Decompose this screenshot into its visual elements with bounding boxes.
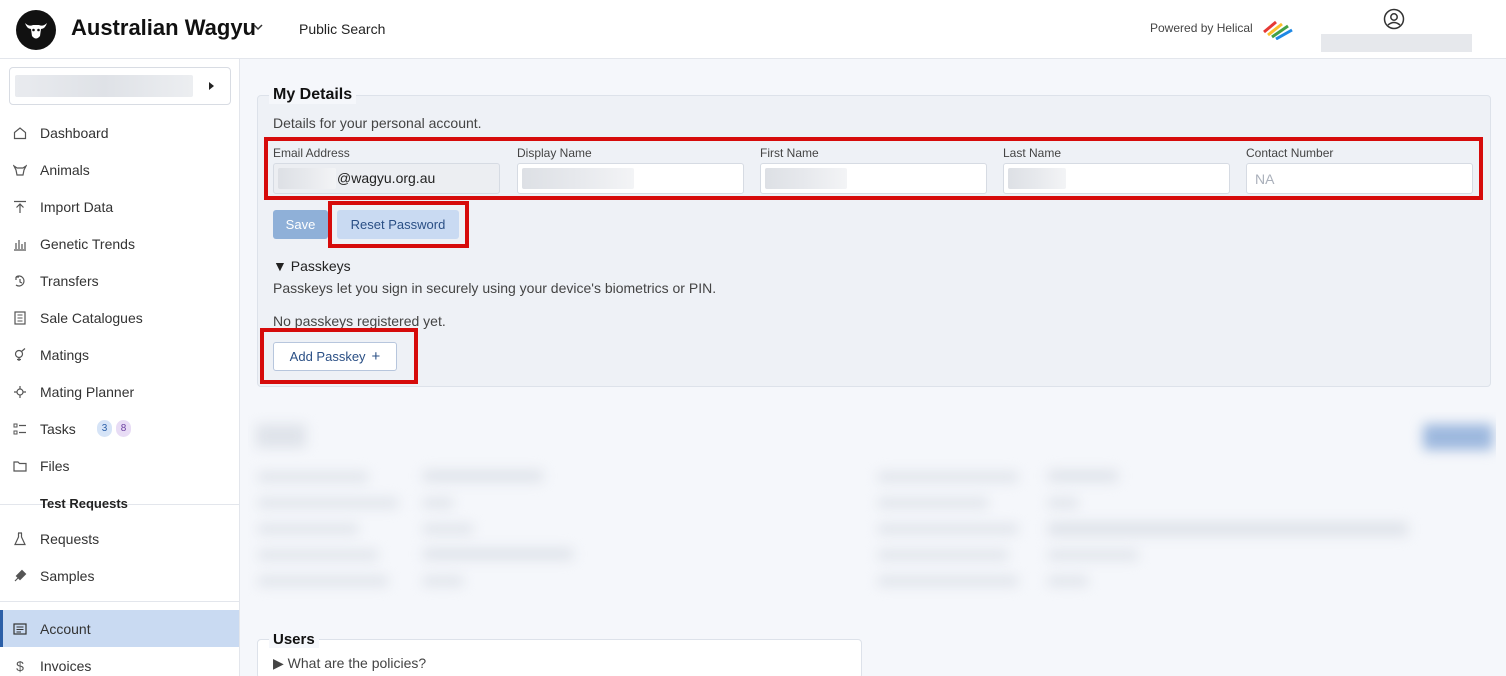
sidebar-item-matings[interactable]: Matings xyxy=(0,336,239,373)
public-search-link[interactable]: Public Search xyxy=(299,21,385,37)
highlight-add-passkey xyxy=(260,328,418,384)
sidebar-item-import-data[interactable]: Import Data xyxy=(0,188,239,225)
redacted-block xyxy=(258,576,388,586)
test-requests-heading: Test Requests xyxy=(40,496,128,511)
redacted-block xyxy=(1048,498,1078,508)
highlight-reset-password xyxy=(328,201,469,248)
redacted-block xyxy=(258,498,398,508)
sidebar-item-label: Requests xyxy=(40,530,100,547)
planner-icon xyxy=(12,384,28,400)
redacted-block xyxy=(878,498,988,508)
sidebar-item-label: Sale Catalogues xyxy=(40,309,143,326)
redacted-block xyxy=(423,498,453,508)
sidebar-item-label: Dashboard xyxy=(40,124,109,141)
sidebar-item-mating-planner[interactable]: Mating Planner xyxy=(0,373,239,410)
gender-icon xyxy=(12,347,28,363)
top-bar: Australian Wagyu Public Search Powered b… xyxy=(0,0,1506,59)
sidebar-item-invoices[interactable]: $ Invoices xyxy=(0,647,239,676)
sidebar-item-requests[interactable]: Requests xyxy=(0,520,239,557)
folder-icon xyxy=(12,458,28,474)
sidebar-item-animals[interactable]: Animals xyxy=(0,151,239,188)
redacted-block xyxy=(1048,550,1138,560)
helical-logo-icon xyxy=(1263,20,1293,40)
upload-icon xyxy=(12,199,28,215)
sidebar-item-label: Matings xyxy=(40,346,90,363)
sidebar-item-label: Tasks xyxy=(40,420,76,437)
bar-chart-icon xyxy=(12,236,28,252)
redacted-block xyxy=(878,576,1018,586)
redacted-block xyxy=(256,424,306,448)
catalogue-icon xyxy=(12,310,28,326)
sidebar-item-label: Files xyxy=(40,457,70,474)
flask-icon xyxy=(12,531,28,547)
home-icon xyxy=(12,125,28,141)
sidebar-item-label: Animals xyxy=(40,161,90,178)
redacted-block xyxy=(1048,522,1408,536)
my-details-title: My Details xyxy=(269,86,357,104)
passkeys-empty-text: No passkeys registered yet. xyxy=(273,313,446,329)
wagyu-logo-icon[interactable] xyxy=(16,10,56,50)
user-name-redacted xyxy=(1321,34,1472,52)
policies-toggle[interactable]: ▶ What are the policies? xyxy=(273,655,426,672)
redacted-organisation-details xyxy=(248,412,1496,612)
tasks-icon xyxy=(12,421,28,437)
caret-right-icon xyxy=(209,82,214,90)
sidebar-item-sale-catalogues[interactable]: Sale Catalogues xyxy=(0,299,239,336)
divider xyxy=(0,601,239,602)
sidebar-item-transfers[interactable]: Transfers xyxy=(0,262,239,299)
sidebar-item-label: Genetic Trends xyxy=(40,235,135,252)
redacted-block xyxy=(423,470,543,482)
chevron-down-icon[interactable] xyxy=(251,20,265,34)
sidebar: Dashboard Animals Import Data Genetic Tr… xyxy=(0,59,240,676)
tasks-badge-count: 8 xyxy=(116,420,131,437)
passkeys-toggle[interactable]: ▼ Passkeys xyxy=(273,258,351,274)
transfer-icon xyxy=(12,273,28,289)
redacted-block xyxy=(423,548,573,560)
redacted-block xyxy=(1048,576,1088,586)
highlight-fields xyxy=(264,137,1483,200)
redacted-block xyxy=(258,524,358,534)
user-icon[interactable] xyxy=(1383,8,1405,30)
organisation-name-redacted xyxy=(15,75,193,97)
dropper-icon xyxy=(12,568,28,584)
sidebar-item-genetic-trends[interactable]: Genetic Trends xyxy=(0,225,239,262)
sidebar-item-label: Invoices xyxy=(40,657,92,674)
sidebar-item-label: Transfers xyxy=(40,272,99,289)
powered-by-text: Powered by Helical xyxy=(1150,21,1253,35)
redacted-block xyxy=(423,576,463,586)
redacted-block xyxy=(1048,470,1118,482)
passkeys-description: Passkeys let you sign in securely using … xyxy=(273,280,717,296)
sidebar-item-account[interactable]: Account xyxy=(0,610,239,647)
my-details-description: Details for your personal account. xyxy=(273,115,482,131)
dollar-icon: $ xyxy=(16,657,24,674)
save-button[interactable]: Save xyxy=(273,210,328,239)
sidebar-item-dashboard[interactable]: Dashboard xyxy=(0,114,239,151)
brand-title[interactable]: Australian Wagyu xyxy=(71,15,256,41)
sidebar-item-label: Samples xyxy=(40,567,95,584)
sidebar-item-label: Mating Planner xyxy=(40,383,135,400)
sidebar-item-label: Account xyxy=(40,620,91,637)
users-title: Users xyxy=(269,631,319,648)
redacted-block xyxy=(1423,424,1493,450)
redacted-block xyxy=(423,524,473,534)
sidebar-item-samples[interactable]: Samples xyxy=(0,557,239,594)
redacted-block xyxy=(878,524,1018,534)
sidebar-item-tasks[interactable]: Tasks 3 8 xyxy=(0,410,239,447)
redacted-block xyxy=(258,472,368,482)
redacted-block xyxy=(878,472,1018,482)
sidebar-item-files[interactable]: Files xyxy=(0,447,239,484)
redacted-block xyxy=(258,550,378,560)
tasks-badge-count: 3 xyxy=(97,420,112,437)
redacted-block xyxy=(878,550,1008,560)
organisation-select[interactable] xyxy=(9,67,231,105)
cow-icon xyxy=(12,162,28,178)
sidebar-item-label: Import Data xyxy=(40,198,114,215)
account-icon xyxy=(12,621,28,637)
